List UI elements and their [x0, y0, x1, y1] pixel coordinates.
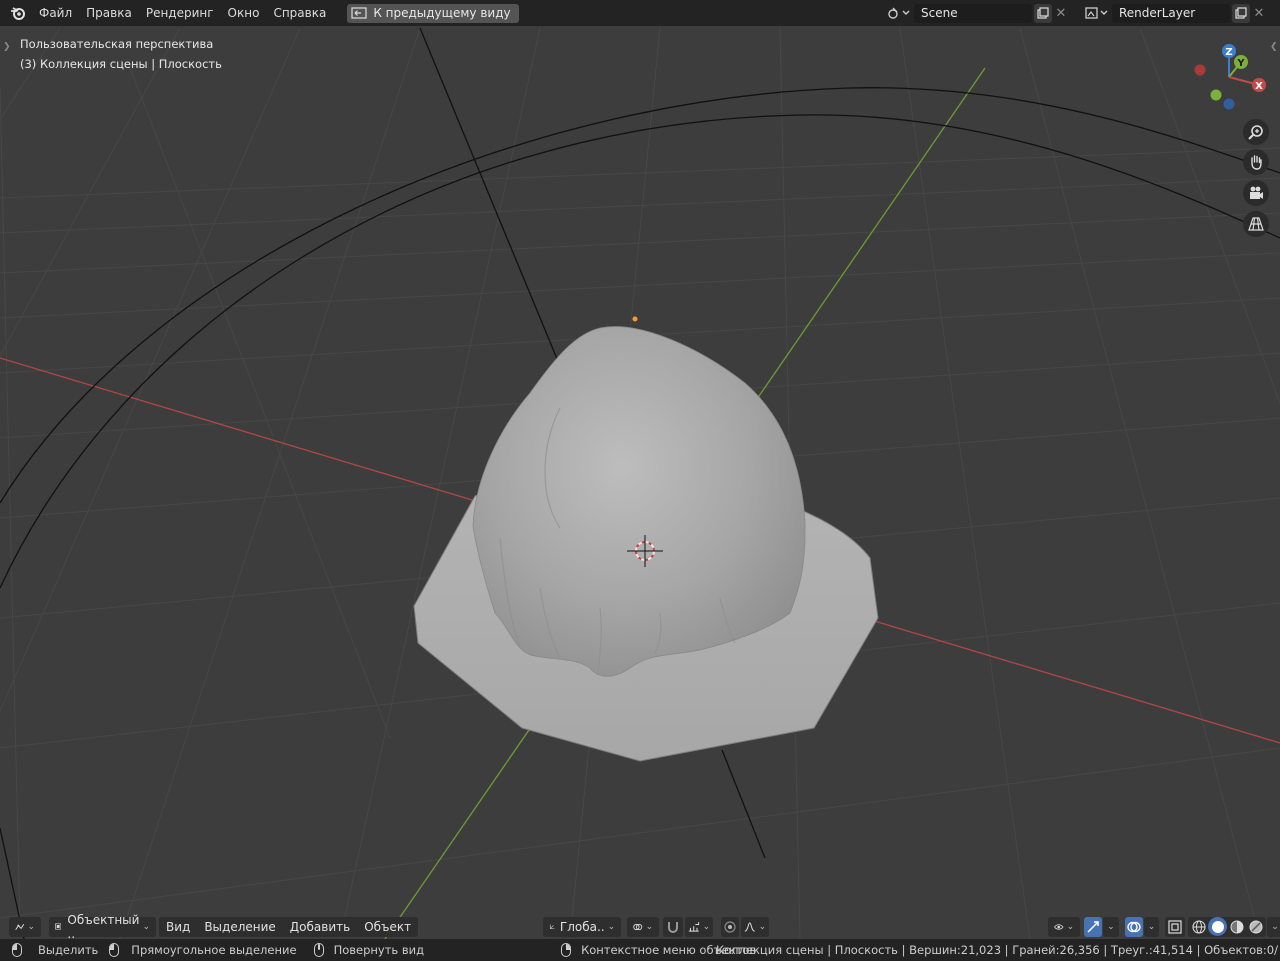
overlays-dropdown[interactable]: ⌄: [1143, 916, 1160, 937]
back-button-label: К предыдущему виду: [373, 6, 511, 20]
scene-selector: Scene ✕: [884, 3, 1070, 23]
delete-scene-icon[interactable]: ✕: [1052, 4, 1070, 23]
back-to-previous-button[interactable]: К предыдущему виду: [347, 3, 519, 23]
cloth-mesh[interactable]: [472, 326, 806, 677]
snap-target-dropdown[interactable]: ⌄: [685, 916, 714, 937]
visibility-dropdown[interactable]: ⌄: [1048, 916, 1081, 937]
left-mouse-icon: [12, 943, 22, 957]
pivot-icon: [633, 923, 643, 930]
magnet-icon: [668, 921, 679, 933]
zoom-icon[interactable]: [1243, 119, 1269, 145]
new-scene-icon[interactable]: [1034, 3, 1052, 23]
falloff-dropdown[interactable]: ⌄: [741, 916, 770, 937]
navigation-gizmo[interactable]: Z Y X: [1188, 42, 1272, 112]
menu-add[interactable]: Добавить: [282, 916, 358, 937]
scene-name-field[interactable]: Scene: [914, 3, 1032, 23]
blender-logo-icon[interactable]: [8, 3, 28, 23]
scene-browse-icon[interactable]: [884, 3, 914, 23]
object-origin-dot: [632, 316, 638, 322]
overlays-toggle[interactable]: [1124, 916, 1143, 937]
editor-type-icon: [15, 923, 25, 930]
status-box-select-label: Прямоугольное выделение: [131, 943, 297, 957]
gizmo-z-label: Z: [1225, 47, 1232, 58]
object-mode-icon: [55, 923, 62, 930]
scene-statistics: Коллекция сцены | Плоскость | Вершин:21,…: [715, 943, 1278, 957]
transform-orientation-dropdown[interactable]: Глоба.. ⌄: [543, 916, 622, 937]
new-view-layer-icon[interactable]: [1232, 3, 1250, 23]
view-layer-browse-icon[interactable]: [1082, 3, 1112, 23]
gizmo-arrows-icon: [1087, 920, 1099, 933]
back-icon: [351, 7, 369, 19]
menu-render[interactable]: Рендеринг: [139, 6, 221, 20]
menu-view[interactable]: Вид: [159, 916, 198, 937]
menu-file[interactable]: Файл: [32, 6, 79, 20]
pivot-point-dropdown[interactable]: ⌄: [627, 916, 660, 937]
top-bar: Файл Правка Рендеринг Окно Справка К пре…: [0, 0, 1280, 26]
falloff-curve-icon: [744, 921, 755, 932]
rendered-shading-icon[interactable]: [1246, 917, 1265, 936]
collection-label: (3) Коллекция сцены | Плоскость: [20, 57, 222, 71]
perspective-toggle-icon[interactable]: [1243, 211, 1269, 237]
status-select: Выделить: [12, 943, 98, 957]
xray-toggle[interactable]: [1165, 916, 1186, 937]
status-bar: Выделить Прямоугольное выделение Поверну…: [0, 939, 1280, 961]
3d-view-header: ⌄ Объектный .. ⌄ Вид Выделение Добавить …: [0, 913, 1280, 941]
view-layer-selector: RenderLayer ✕: [1082, 3, 1268, 23]
left-mouse-drag-icon: [109, 943, 120, 957]
viewport-scene: [0, 28, 1280, 939]
status-rotate-label: Повернуть вид: [333, 943, 425, 957]
xray-icon: [1168, 919, 1182, 934]
shading-dropdown[interactable]: ⌄: [1267, 916, 1280, 937]
right-mouse-icon: [561, 943, 572, 957]
status-box-select: Прямоугольное выделение: [109, 943, 297, 957]
editor-type-dropdown[interactable]: ⌄: [9, 916, 41, 937]
gizmo-y-label: Y: [1236, 58, 1245, 69]
shading-modes: [1188, 916, 1267, 937]
toolbar-expand-icon[interactable]: ❯: [3, 42, 11, 52]
snap-toggle[interactable]: [663, 916, 684, 937]
gizmo-toggle[interactable]: [1084, 916, 1103, 937]
eye-icon: [1054, 923, 1064, 930]
menu-help[interactable]: Справка: [266, 6, 333, 20]
snap-increment-icon: [688, 921, 700, 932]
menu-object[interactable]: Объект: [357, 916, 419, 937]
status-select-label: Выделить: [38, 943, 99, 957]
camera-view-icon[interactable]: [1243, 180, 1269, 206]
proportional-editing-toggle[interactable]: [721, 916, 740, 937]
overlays-icon: [1127, 921, 1141, 932]
gizmo-x-label: X: [1255, 81, 1263, 92]
pan-hand-icon[interactable]: [1243, 149, 1269, 175]
menu-window[interactable]: Окно: [221, 6, 267, 20]
menu-select[interactable]: Выделение: [197, 916, 283, 937]
perspective-label: Пользовательская перспектива: [20, 37, 214, 51]
orientation-icon: [550, 924, 555, 929]
middle-mouse-icon: [313, 943, 324, 957]
gizmo-dropdown[interactable]: ⌄: [1103, 916, 1119, 937]
material-preview-icon[interactable]: [1227, 917, 1246, 936]
solid-shading-icon[interactable]: [1208, 917, 1228, 936]
mode-dropdown[interactable]: Объектный .. ⌄: [49, 913, 156, 941]
3d-viewport[interactable]: ❯ ❮ Пользовательская перспектива (3) Кол…: [0, 28, 1280, 939]
proportional-icon: [724, 920, 736, 933]
orientation-label: Глоба..: [559, 919, 605, 934]
view-layer-name-field[interactable]: RenderLayer: [1112, 3, 1230, 23]
status-rotate: Повернуть вид: [313, 943, 425, 957]
wireframe-shading-icon[interactable]: [1189, 917, 1208, 936]
menu-edit[interactable]: Правка: [79, 6, 139, 20]
delete-view-layer-icon[interactable]: ✕: [1250, 4, 1268, 23]
mode-label: Объектный ..: [67, 912, 140, 941]
